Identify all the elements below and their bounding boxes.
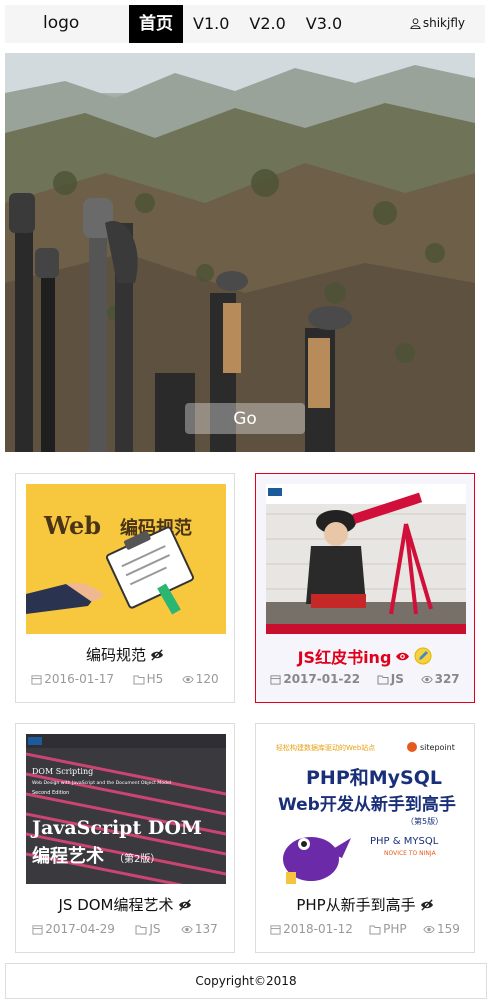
card-meta: 2017-04-29 JS 137: [16, 922, 234, 936]
card-title[interactable]: PHP从新手到高手: [256, 894, 474, 915]
card-category[interactable]: JS: [377, 672, 404, 686]
cover-title-dom-scripting: DOM Scripting: [32, 767, 93, 776]
eye-icon: [396, 652, 410, 660]
eye-icon: [182, 675, 194, 683]
eye-slash-icon: [151, 648, 163, 661]
card-title[interactable]: JS红皮书ing: [256, 644, 474, 668]
card-date: 2017-04-29: [32, 922, 115, 936]
eye-icon: [181, 925, 193, 933]
calendar-icon: [270, 924, 281, 935]
article-card[interactable]: DOM Scripting Web Design with JavaScript…: [15, 723, 235, 953]
card-date: 2016-01-17: [31, 672, 114, 686]
folder-icon: [369, 925, 381, 934]
card-cover-image[interactable]: 轻松构建数据库驱动的Web站点 sitepoint PHP和MySQL Web开…: [266, 734, 466, 884]
card-cover-image[interactable]: [266, 484, 466, 634]
edit-note-icon: [414, 647, 432, 665]
cover-subtitle: Web Design with JavaScript and the Docum…: [32, 780, 171, 786]
cover-title-php-mysql: PHP和MySQL: [306, 766, 442, 789]
calendar-icon: [270, 674, 281, 685]
cover-en-subtitle: NOVICE TO NINJA: [384, 850, 437, 857]
nav-link-home[interactable]: 首页: [129, 5, 183, 43]
card-title[interactable]: JS DOM编程艺术: [16, 894, 234, 915]
cover-tagline: 轻松构建数据库驱动的Web站点: [276, 743, 375, 752]
logo[interactable]: logo: [43, 13, 79, 33]
cover-title-cn: Web开发从新手到高手: [278, 794, 456, 815]
article-card-featured[interactable]: JS红皮书ing 2017-01-22 JS 327: [255, 473, 475, 703]
top-navbar: logo 首页 V1.0 V2.0 V3.0 shikjfly: [5, 5, 485, 43]
card-date: 2018-01-12: [270, 922, 353, 936]
cover-title-js-dom: JavaScript DOM: [30, 817, 202, 839]
nav-link-v1[interactable]: V1.0: [183, 5, 239, 43]
card-cover-image[interactable]: Web 编码规范: [26, 484, 226, 634]
cover-title-web: Web: [43, 511, 101, 540]
calendar-icon: [32, 924, 43, 935]
footer-copyright: Copyright©2018: [5, 963, 487, 999]
card-category[interactable]: JS: [135, 922, 160, 936]
nav-link-v2[interactable]: V2.0: [239, 5, 295, 43]
user-menu[interactable]: shikjfly: [410, 16, 465, 30]
cover-edition: Second Edition: [32, 790, 69, 796]
nav-links: 首页 V1.0 V2.0 V3.0: [129, 5, 352, 43]
card-views: 159: [423, 922, 460, 936]
go-button[interactable]: Go: [185, 403, 305, 434]
hero-photo: [5, 53, 475, 452]
eye-slash-icon: [178, 898, 191, 911]
username: shikjfly: [422, 16, 465, 30]
user-icon: [410, 17, 421, 29]
card-title[interactable]: 编码规范: [16, 644, 234, 665]
article-card[interactable]: Web 编码规范 编码规范 2016-01-17 H5 120: [15, 473, 235, 703]
article-card[interactable]: 轻松构建数据库驱动的Web站点 sitepoint PHP和MySQL Web开…: [255, 723, 475, 953]
cover-title-cn: 编程艺术: [32, 845, 104, 867]
card-views: 120: [182, 672, 219, 686]
eye-icon: [423, 925, 435, 933]
cover-edition-cn: （第2版）: [114, 852, 160, 865]
cover-en-title: PHP & MYSQL: [370, 836, 439, 847]
card-meta: 2016-01-17 H5 120: [16, 672, 234, 686]
calendar-icon: [31, 674, 42, 685]
eye-slash-icon: [420, 898, 433, 911]
card-meta: 2018-01-12 PHP 159: [256, 922, 474, 936]
cover-publisher: sitepoint: [420, 743, 455, 752]
card-views: 327: [420, 672, 460, 686]
folder-icon: [377, 675, 389, 684]
card-meta: 2017-01-22 JS 327: [256, 672, 474, 686]
hero-banner: Go: [5, 53, 475, 452]
card-category[interactable]: PHP: [369, 922, 407, 936]
cover-edition: （第5版）: [406, 816, 443, 826]
folder-icon: [135, 925, 147, 934]
nav-link-v3[interactable]: V3.0: [296, 5, 352, 43]
card-cover-image[interactable]: DOM Scripting Web Design with JavaScript…: [26, 734, 226, 884]
folder-icon: [133, 675, 145, 684]
eye-icon: [420, 675, 433, 683]
card-date: 2017-01-22: [270, 672, 360, 686]
card-views: 137: [181, 922, 218, 936]
card-category[interactable]: H5: [133, 672, 163, 686]
